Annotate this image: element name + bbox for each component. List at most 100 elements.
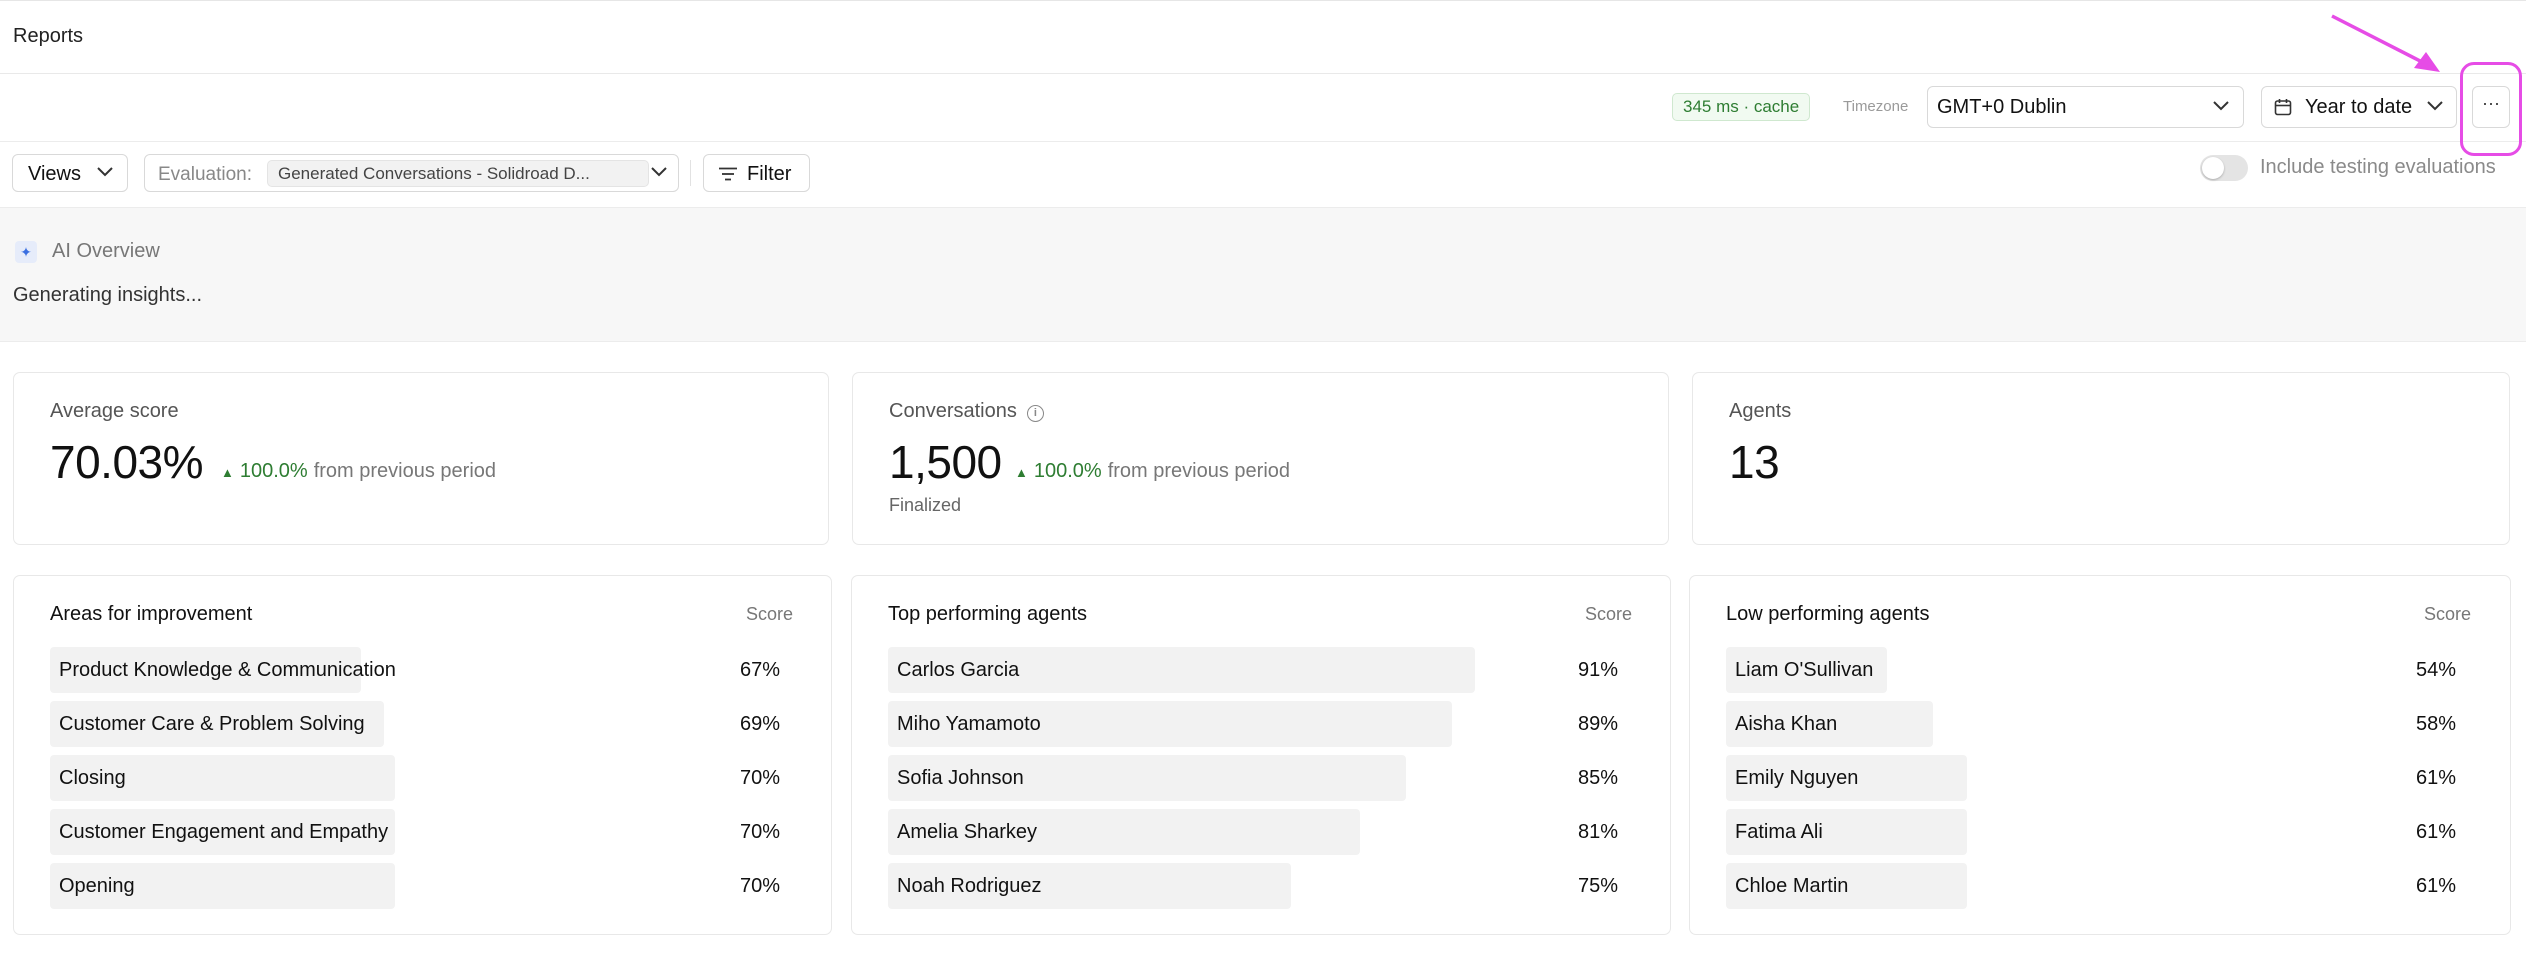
list-item[interactable]: Opening 70%: [50, 863, 780, 909]
info-icon[interactable]: i: [1026, 405, 1044, 422]
chevron-down-icon: [97, 167, 113, 177]
list-item-name: Chloe Martin: [1735, 875, 1849, 897]
toggle-knob: [2202, 157, 2224, 179]
list-item[interactable]: Sofia Johnson 85%: [888, 755, 1618, 801]
trend-up-icon: ▲: [1015, 465, 1028, 480]
kpi-title-text: Conversations: [889, 400, 1017, 422]
ai-overview-title: AI Overview: [52, 240, 160, 262]
list-item-name: Carlos Garcia: [897, 659, 1020, 681]
chevron-down-icon: [2427, 101, 2443, 111]
list-item-score: 91%: [1577, 659, 1618, 681]
timezone-select[interactable]: GMT+0 Dublin: [1927, 86, 2244, 128]
list-item[interactable]: Fatima Ali 61%: [1726, 809, 2456, 855]
kpi-title: Conversations i: [889, 400, 1044, 423]
list-item[interactable]: Carlos Garcia 91%: [888, 647, 1618, 693]
list-item[interactable]: Closing 70%: [50, 755, 780, 801]
list-item[interactable]: Liam O'Sullivan 54%: [1726, 647, 2456, 693]
list-item-score: 69%: [739, 713, 780, 735]
trend-up-icon: ▲: [221, 465, 234, 480]
list-item[interactable]: Amelia Sharkey 81%: [888, 809, 1618, 855]
ai-overview-text: Generating insights...: [13, 284, 202, 306]
kpi-value: 70.03%: [50, 436, 204, 488]
timezone-value: GMT+0 Dublin: [1937, 96, 2067, 118]
low-performing-agents-card: Low performing agents Score Liam O'Sulli…: [1689, 575, 2511, 935]
list-item-name: Emily Nguyen: [1735, 767, 1859, 789]
areas-for-improvement-card: Areas for improvement Score Product Know…: [13, 575, 832, 935]
score-header: Score: [746, 604, 794, 624]
chevron-down-icon: [2213, 101, 2229, 111]
list-item-score: 67%: [739, 659, 780, 681]
list-item-name: Customer Care & Problem Solving: [59, 713, 365, 735]
list-item-name: Product Knowledge & Communication: [59, 659, 396, 681]
list-item[interactable]: Customer Engagement and Empathy 70%: [50, 809, 780, 855]
calendar-icon: [2274, 99, 2292, 116]
list-item-score: 54%: [2415, 659, 2456, 681]
kpi-title: Agents: [1729, 400, 1792, 422]
kpi-card-agents: Agents 13: [1692, 372, 2510, 545]
card-title: Areas for improvement: [50, 603, 253, 625]
date-range-select[interactable]: Year to date: [2261, 86, 2457, 128]
divider: [690, 160, 691, 186]
evaluation-chip: Generated Conversations - Solidroad D...: [267, 160, 649, 187]
list-item-score: 70%: [739, 875, 780, 897]
views-label: Views: [28, 163, 81, 185]
list-item-name: Noah Rodriguez: [897, 875, 1042, 897]
arrow-annotation-icon: [2331, 14, 2440, 72]
list-item[interactable]: Product Knowledge & Communication 67%: [50, 647, 780, 693]
kpi-card-conversations: Conversations i 1,500 ▲ 100.0% from previou…: [852, 372, 1669, 545]
list-item-score: 75%: [1577, 875, 1618, 897]
filter-icon: [719, 167, 737, 181]
list-item-name: Closing: [59, 767, 126, 789]
list-item[interactable]: Customer Care & Problem Solving 69%: [50, 701, 780, 747]
list-item-score: 81%: [1577, 821, 1618, 843]
list-item-score: 61%: [2415, 875, 2456, 897]
list-item[interactable]: Aisha Khan 58%: [1726, 701, 2456, 747]
card-title: Low performing agents: [1726, 603, 1930, 625]
kpi-delta: ▲ 100.0% from previous period: [1015, 460, 1290, 483]
list-item[interactable]: Noah Rodriguez 75%: [888, 863, 1618, 909]
list-item[interactable]: Chloe Martin 61%: [1726, 863, 2456, 909]
list-item-score: 85%: [1577, 767, 1618, 789]
ai-overview-panel: ✦ AI Overview Generating insights...: [0, 208, 2526, 342]
list-item-score: 70%: [739, 767, 780, 789]
list-item[interactable]: Miho Yamamoto 89%: [888, 701, 1618, 747]
list-item-score: 61%: [2415, 767, 2456, 789]
kpi-subtitle: Finalized: [889, 495, 962, 515]
evaluation-dropdown[interactable]: Evaluation: Generated Conversations - So…: [144, 154, 679, 192]
sparkle-icon: ✦: [15, 241, 37, 263]
filter-bar: Views Evaluation: Generated Conversation…: [0, 142, 2526, 208]
list-item-name: Aisha Khan: [1735, 713, 1838, 735]
include-testing-label: Include testing evaluations: [2260, 156, 2496, 178]
list-item-name: Sofia Johnson: [897, 767, 1024, 789]
latency-badge: 345 ms · cache: [1672, 93, 1811, 121]
top-bar: Reports: [0, 0, 2526, 74]
list-item-name: Amelia Sharkey: [897, 821, 1038, 843]
kpi-delta-text: from previous period: [313, 460, 497, 482]
evaluation-label: Evaluation:: [158, 164, 253, 185]
score-header: Score: [1585, 604, 1633, 624]
kpi-card-average-score: Average score 70.03% ▲ 100.0% from previou…: [13, 372, 829, 545]
filter-label: Filter: [747, 163, 792, 185]
kpi-title: Average score: [50, 400, 179, 422]
list-item-score: 61%: [2415, 821, 2456, 843]
list-item-name: Fatima Ali: [1735, 821, 1823, 843]
date-range-value: Year to date: [2305, 96, 2413, 118]
timezone-label: Timezone: [1843, 98, 1909, 115]
list-item-name: Opening: [59, 875, 135, 897]
views-dropdown[interactable]: Views: [12, 154, 128, 192]
list-item[interactable]: Emily Nguyen 61%: [1726, 755, 2456, 801]
kpi-delta-text: from previous period: [1107, 460, 1291, 482]
list-item-score: 58%: [2415, 713, 2456, 735]
chevron-down-icon: [651, 167, 667, 177]
top-performing-agents-card: Top performing agents Score Carlos Garci…: [851, 575, 1671, 935]
list-item-name: Customer Engagement and Empathy: [59, 821, 389, 843]
score-header: Score: [2424, 604, 2472, 624]
kpi-delta: ▲ 100.0% from previous period: [221, 460, 496, 483]
filter-button[interactable]: Filter: [703, 154, 810, 192]
kpi-value: 13: [1729, 436, 1780, 488]
list-item-score: 89%: [1577, 713, 1618, 735]
list-item-name: Miho Yamamoto: [897, 713, 1041, 735]
include-testing-toggle[interactable]: [2200, 155, 2248, 181]
kpi-delta-value: 100.0%: [239, 460, 308, 482]
kpi-value: 1,500: [889, 436, 1002, 488]
